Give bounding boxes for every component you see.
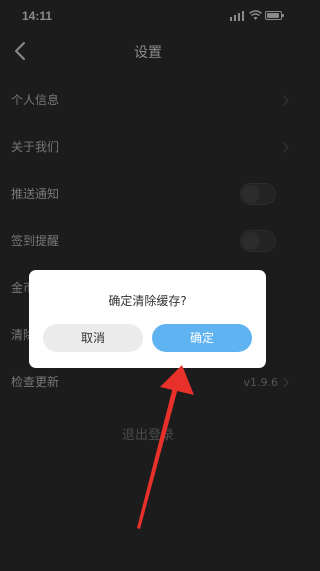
toggle-knob [242, 185, 260, 203]
wifi-icon [249, 10, 262, 20]
chevron-right-icon [283, 142, 289, 153]
dialog-message: 确定清除缓存? [108, 294, 187, 308]
settings-item-label: 个人信息 [11, 93, 60, 107]
chevron-right-icon [283, 377, 289, 388]
settings-item-push: 推送通知 [0, 171, 296, 218]
confirm-button[interactable]: 确定 [152, 324, 252, 352]
settings-item-label: 签到提醒 [11, 234, 60, 248]
toggle-knob [242, 232, 260, 250]
cancel-button[interactable]: 取消 [43, 324, 143, 352]
chevron-right-icon [283, 95, 289, 106]
clear-cache-dialog: 确定清除缓存? 取消 确定 [29, 270, 266, 368]
status-bar: 14:11 [0, 0, 296, 30]
settings-item-label: 关于我们 [11, 140, 60, 154]
settings-item-checkin: 签到提醒 [0, 218, 296, 265]
status-time: 14:11 [22, 9, 53, 23]
signal-icon [230, 11, 244, 21]
logout-button[interactable]: 退出登录 [0, 424, 296, 443]
battery-icon [265, 11, 284, 20]
page-title: 设置 [134, 45, 162, 61]
settings-item-profile[interactable]: 个人信息 [0, 77, 296, 124]
settings-item-label: 推送通知 [11, 187, 60, 201]
push-toggle[interactable] [240, 183, 276, 205]
checkin-toggle[interactable] [240, 230, 276, 252]
settings-item-about[interactable]: 关于我们 [0, 124, 296, 171]
